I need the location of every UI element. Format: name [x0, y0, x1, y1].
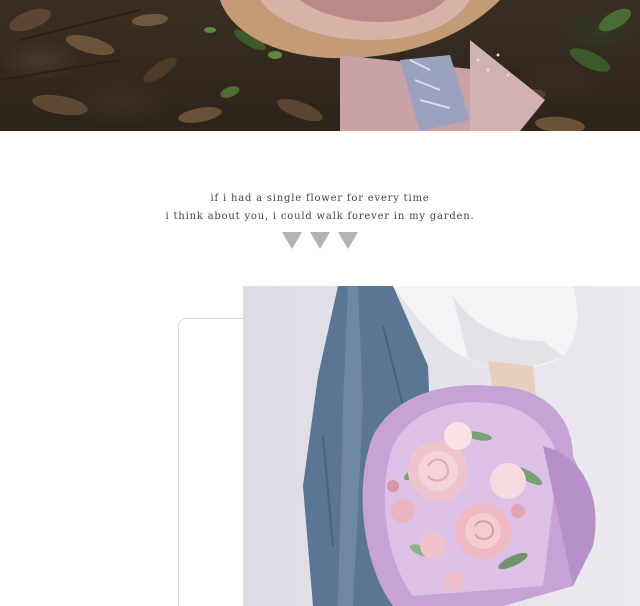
- hero-image-flowers-on-ground: [0, 0, 640, 131]
- down-triangle-icon: [282, 232, 302, 249]
- scroll-down-arrows: [282, 232, 362, 250]
- quote-line-2: i think about you, i could walk forever …: [165, 211, 475, 222]
- quote-line-1: if i had a single flower for every time: [210, 193, 430, 204]
- down-triangle-icon: [338, 232, 358, 249]
- quote-text: if i had a single flower for every time …: [0, 190, 640, 226]
- bouquet-photo-art: [303, 286, 596, 606]
- down-triangle-icon: [310, 232, 330, 249]
- bouquet-photo: [243, 286, 640, 606]
- hero-image-art: [0, 0, 632, 131]
